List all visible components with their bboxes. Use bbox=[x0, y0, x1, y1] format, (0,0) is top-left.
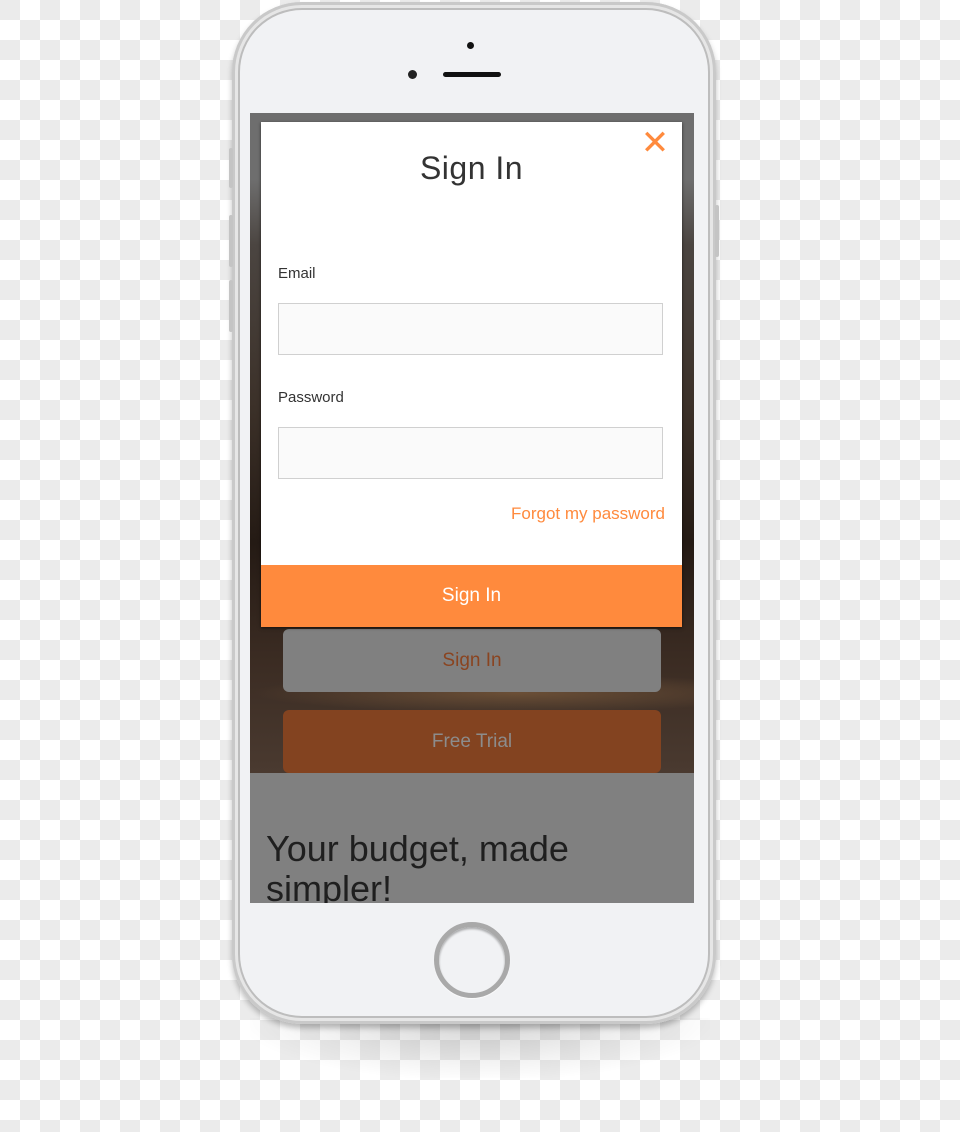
home-button[interactable] bbox=[434, 922, 510, 998]
email-field[interactable] bbox=[278, 303, 663, 355]
phone-screen: Sign In Free Trial Your budget, made sim… bbox=[250, 113, 694, 903]
modal-title: Sign In bbox=[419, 150, 524, 186]
earpiece-speaker bbox=[443, 72, 501, 77]
forgot-password-link[interactable]: Forgot my password bbox=[511, 504, 665, 524]
email-label: Email bbox=[278, 265, 316, 282]
sign-in-submit-button[interactable]: Sign In bbox=[261, 565, 682, 627]
sensor-icon bbox=[408, 70, 417, 79]
side-button-volume-down bbox=[229, 280, 233, 332]
tagline-heading: Your budget, made simpler! bbox=[266, 828, 569, 904]
free-trial-button[interactable]: Free Trial bbox=[283, 710, 661, 773]
password-field[interactable] bbox=[278, 427, 663, 479]
side-button-volume-up bbox=[229, 215, 233, 267]
side-button-mute bbox=[229, 148, 233, 188]
page-sign-in-button[interactable]: Sign In bbox=[283, 629, 661, 692]
front-camera-icon bbox=[467, 42, 474, 49]
password-label: Password bbox=[278, 389, 344, 406]
phone-shadow bbox=[250, 1018, 710, 1078]
content-section: Your budget, made simpler! bbox=[250, 773, 694, 903]
side-button-power bbox=[715, 205, 719, 257]
sign-in-modal: ✕ Sign In Email Password Forgot my passw… bbox=[261, 122, 682, 627]
